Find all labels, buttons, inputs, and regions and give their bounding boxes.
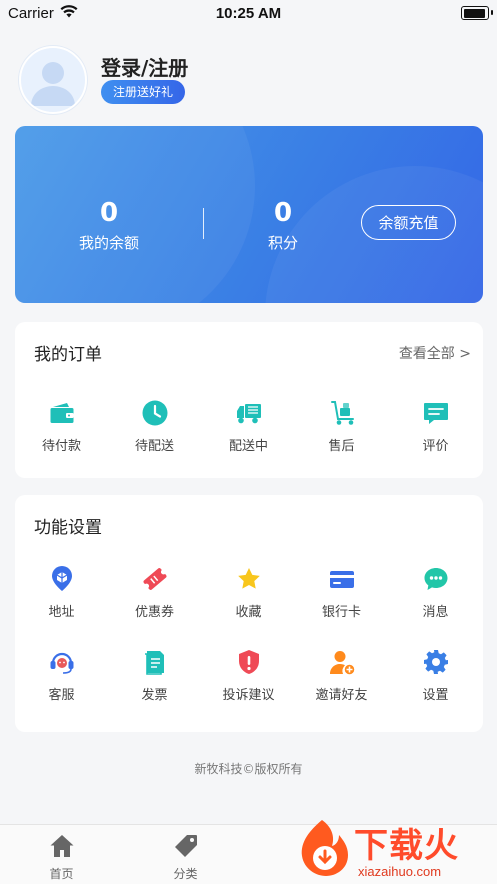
feature-bank-card-label: 银行卡 [321, 605, 361, 620]
order-after-sales[interactable]: 售后 [295, 399, 388, 454]
invoice-icon [141, 648, 169, 676]
watermark-logo: 下载火 xiazaihuo.com [290, 814, 497, 883]
feature-settings-label: 设置 [422, 688, 449, 703]
feature-favorites-label: 收藏 [235, 605, 262, 620]
star-icon [235, 565, 263, 593]
feature-address-label: 地址 [48, 605, 75, 620]
balance-label: 我的余额 [78, 234, 139, 252]
feature-complaint-label: 投诉建议 [222, 688, 275, 703]
feature-bank-card[interactable]: 银行卡 [295, 565, 388, 620]
orders-section: 我的订单 查看全部 > 待付款 待配送 配送中 售后 评价 [15, 322, 483, 478]
feature-favorites[interactable]: 收藏 [202, 565, 295, 620]
view-all-orders-link[interactable]: 查看全部 > [399, 343, 471, 363]
features-section: 功能设置 地址 优惠券 收藏 银行卡 消息 客服 发票 投诉建议 邀请好友 设置 [15, 495, 483, 732]
battery-icon [461, 6, 493, 20]
order-after-sales-label: 售后 [328, 439, 355, 454]
user-silhouette-icon [31, 62, 75, 106]
tab-category[interactable]: 分类 [136, 833, 235, 882]
wallet-divider [203, 208, 204, 239]
order-in-delivery[interactable]: 配送中 [202, 399, 295, 454]
feature-customer-service[interactable]: 客服 [15, 648, 108, 703]
profile-header[interactable]: 登录/注册 注册送好礼 [0, 40, 497, 120]
feature-invite-friends[interactable]: 邀请好友 [295, 648, 388, 703]
coupon-icon [141, 565, 169, 593]
wallet-icon [48, 399, 76, 427]
comment-icon [422, 399, 450, 427]
status-bar: Carrier 10:25 AM [0, 0, 497, 26]
flame-icon [301, 820, 348, 876]
home-icon [49, 833, 75, 859]
order-in-delivery-label: 配送中 [228, 439, 268, 454]
watermark-url: xiazaihuo.com [358, 864, 442, 879]
feature-invoice[interactable]: 发票 [108, 648, 201, 703]
order-pending-payment[interactable]: 待付款 [15, 399, 108, 454]
tag-icon [173, 833, 199, 859]
message-icon [422, 565, 450, 593]
feature-customer-service-label: 客服 [48, 688, 75, 703]
points-value: 0 [273, 198, 293, 228]
hand-truck-icon [328, 399, 356, 427]
order-pending-payment-label: 待付款 [41, 439, 81, 454]
gear-icon [422, 648, 450, 676]
clock-icon [141, 399, 169, 427]
clock-label: 10:25 AM [215, 5, 282, 22]
shield-alert-icon [235, 648, 263, 676]
orders-title: 我的订单 [34, 345, 102, 365]
feature-address[interactable]: 地址 [15, 565, 108, 620]
points-label: 积分 [267, 234, 298, 252]
watermark-text: 下载火 [354, 826, 459, 866]
feature-messages[interactable]: 消息 [389, 565, 482, 620]
feature-settings[interactable]: 设置 [389, 648, 482, 703]
copyright-text: 新牧科技©版权所有 [194, 762, 303, 776]
balance-value: 0 [99, 198, 119, 228]
order-pending-delivery-label: 待配送 [134, 439, 174, 454]
wallet-card: 0 我的余额 0 积分 余额充值 [15, 126, 483, 303]
feature-complaint[interactable]: 投诉建议 [202, 648, 295, 703]
feature-invoice-label: 发票 [141, 688, 168, 703]
feature-messages-label: 消息 [422, 605, 449, 620]
truck-icon [235, 399, 263, 427]
headset-icon [48, 648, 76, 676]
tab-category-label: 分类 [173, 867, 198, 881]
bank-card-icon [328, 565, 356, 593]
tab-home-label: 首页 [49, 867, 74, 881]
register-gift-badge[interactable]: 注册送好礼 [101, 80, 186, 104]
order-review-label: 评价 [422, 439, 449, 454]
order-pending-delivery[interactable]: 待配送 [108, 399, 201, 454]
order-review[interactable]: 评价 [389, 399, 482, 454]
balance-stat[interactable]: 0 我的余额 [39, 198, 179, 253]
feature-coupon-label: 优惠券 [134, 605, 174, 620]
tab-home[interactable]: 首页 [12, 833, 111, 882]
avatar[interactable] [19, 46, 87, 114]
recharge-button[interactable]: 余额充值 [361, 205, 456, 240]
features-title: 功能设置 [34, 518, 102, 538]
feature-coupon[interactable]: 优惠券 [108, 565, 201, 620]
feature-invite-friends-label: 邀请好友 [315, 688, 368, 703]
location-icon [48, 565, 76, 593]
add-user-icon [328, 648, 356, 676]
login-register-link[interactable]: 登录/注册 [101, 52, 188, 81]
points-stat[interactable]: 0 积分 [213, 198, 353, 253]
